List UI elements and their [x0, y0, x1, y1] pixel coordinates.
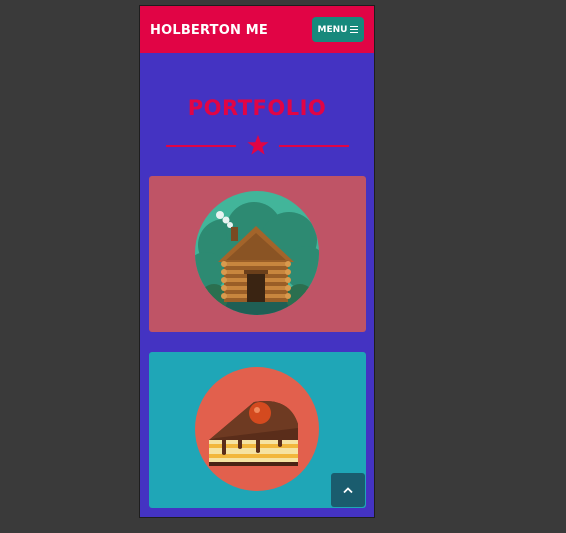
navbar: HOLBERTON ME MENU — [140, 6, 374, 53]
brand-logo[interactable]: HOLBERTON ME — [150, 23, 268, 38]
mobile-viewport: HOLBERTON ME MENU PORTFOLIO — [139, 5, 375, 518]
log-cabin-icon — [195, 191, 319, 315]
divider-line-right — [279, 145, 349, 147]
hamburger-icon — [350, 25, 359, 34]
title-divider — [140, 134, 374, 158]
menu-button-label: MENU — [317, 24, 348, 35]
portfolio-item-cabin[interactable] — [149, 176, 366, 332]
divider-line-left — [166, 145, 236, 147]
chevron-up-icon — [343, 487, 353, 494]
cake-slice-icon — [195, 367, 319, 491]
section-title: PORTFOLIO — [187, 96, 327, 120]
menu-button[interactable]: MENU — [312, 17, 364, 42]
scroll-to-top-button[interactable] — [331, 473, 365, 507]
star-icon — [247, 134, 269, 155]
